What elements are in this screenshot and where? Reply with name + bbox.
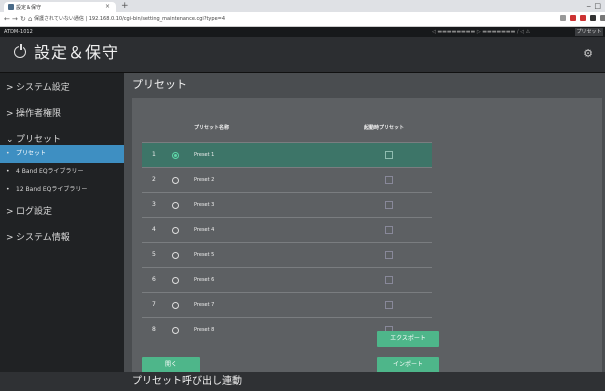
app-header: 設定＆保守 ⚙ (0, 37, 605, 73)
sidebar-item-system-settings[interactable]: > システム設定 (0, 75, 124, 101)
preset-radio-button[interactable] (172, 277, 179, 284)
preset-radio-button[interactable] (172, 177, 179, 184)
bullet-icon: • (6, 150, 10, 157)
table-row[interactable]: 2 Preset 2 (142, 167, 432, 192)
preset-radio-button[interactable] (172, 202, 179, 209)
bottom-section-title: プリセット呼び出し連動 (132, 376, 242, 387)
settings-menu-icon[interactable]: ⚙ (583, 47, 593, 60)
table-row[interactable]: 6 Preset 6 (142, 267, 432, 292)
preset-name: Preset 5 (194, 252, 215, 258)
sidebar: > システム設定 > 操作者権限 ⌄ プリセット • プリセット • 4 Band EQラ… (0, 73, 124, 391)
export-button[interactable]: エクスポート (377, 331, 439, 347)
sidebar-subitem-preset[interactable]: • プリセット (0, 145, 124, 163)
sidebar-item-label: システム設定 (16, 83, 70, 93)
sidebar-item-log-settings[interactable]: > ログ設定 (0, 199, 124, 225)
address-bar: ← → ↻ ⌂ 保護されていない通信 | 192.168.0.10/cgi-bi… (0, 12, 605, 27)
startup-preset-checkbox[interactable] (385, 151, 393, 159)
url-field[interactable]: 保護されていない通信 | 192.168.0.10/cgi-bin/settin… (34, 15, 524, 24)
bullet-icon: • (6, 186, 10, 193)
preset-name: Preset 3 (194, 202, 215, 208)
browser-tab[interactable]: 設定＆保守 × (4, 2, 116, 12)
row-number: 2 (152, 176, 156, 183)
main-content: プリセット プリセット名称 起動時プリセット 1 Preset 1 2 Pres… (124, 73, 605, 391)
sidebar-item-label: プリセット (16, 150, 47, 157)
sidebar-item-label: システム情報 (16, 233, 70, 243)
import-button[interactable]: インポート (377, 357, 439, 373)
preset-radio-button[interactable] (172, 252, 179, 259)
startup-preset-checkbox[interactable] (385, 226, 393, 234)
preset-radio-button[interactable] (172, 302, 179, 309)
header-preset-button[interactable]: プリセット (575, 28, 603, 36)
menu-icon[interactable] (600, 15, 605, 21)
table-row[interactable]: 7 Preset 7 (142, 292, 432, 317)
startup-preset-checkbox[interactable] (385, 176, 393, 184)
sidebar-item-label: 操作者権限 (16, 109, 62, 119)
extension-icon[interactable] (580, 15, 586, 21)
preset-name: Preset 6 (194, 277, 215, 283)
row-number: 7 (152, 301, 156, 308)
row-number: 8 (152, 326, 156, 333)
device-status-bar: ATDM-1012 ◁ ▬▬▬▬▬▬▬▬ ▷ ▬▬▬▬▬▬▬ ∕ ◁ ⚠ プリセ… (0, 27, 605, 37)
power-icon[interactable] (14, 44, 26, 58)
extension-icon[interactable] (590, 15, 596, 21)
new-tab-button[interactable]: + (121, 0, 129, 12)
preset-radio-button[interactable] (172, 227, 179, 234)
table-row[interactable]: 5 Preset 5 (142, 242, 432, 267)
table-row[interactable]: 3 Preset 3 (142, 192, 432, 217)
forward-icon[interactable]: → (12, 14, 18, 24)
startup-preset-checkbox[interactable] (385, 201, 393, 209)
row-number: 3 (152, 201, 156, 208)
sidebar-subitem-12band-eq-library[interactable]: • 12 Band EQライブラリー (0, 181, 124, 199)
column-header-preset-name: プリセット名称 (194, 125, 230, 131)
bookmark-star-icon[interactable] (560, 15, 566, 21)
preset-panel: プリセット名称 起動時プリセット 1 Preset 1 2 Preset 2 3 (132, 98, 602, 378)
page-title: 設定＆保守 (34, 43, 120, 62)
table-row[interactable]: 4 Preset 4 (142, 217, 432, 242)
table-row[interactable]: 1 Preset 1 (142, 142, 432, 167)
startup-preset-checkbox[interactable] (385, 301, 393, 309)
favicon-icon (8, 4, 14, 10)
row-number: 6 (152, 276, 156, 283)
sidebar-item-label: プリセット (16, 135, 62, 145)
preset-name: Preset 1 (194, 152, 215, 158)
preset-name: Preset 7 (194, 302, 215, 308)
home-icon[interactable]: ⌂ (28, 14, 32, 24)
preset-radio-button[interactable] (172, 327, 179, 334)
window-maximize-button[interactable]: □ (594, 0, 601, 12)
tab-close-icon[interactable]: × (105, 3, 110, 10)
sidebar-item-operator-permissions[interactable]: > 操作者権限 (0, 101, 124, 127)
open-button[interactable]: 開く (142, 357, 200, 373)
device-status-indicators: ◁ ▬▬▬▬▬▬▬▬ ▷ ▬▬▬▬▬▬▬ ∕ ◁ ⚠ (432, 29, 531, 35)
section-title: プリセット (132, 78, 187, 91)
bullet-icon: • (6, 168, 10, 175)
sidebar-item-label: 12 Band EQライブラリー (16, 186, 88, 193)
extension-icon[interactable] (570, 15, 576, 21)
row-number: 5 (152, 251, 156, 258)
bottom-section-header: プリセット呼び出し連動 (0, 372, 605, 391)
chevron-right-icon: > (6, 83, 14, 93)
preset-radio-button[interactable] (172, 152, 179, 159)
sidebar-item-label: ログ設定 (16, 207, 53, 217)
model-name: ATDM-1012 (4, 29, 33, 35)
sidebar-subitem-4band-eq-library[interactable]: • 4 Band EQライブラリー (0, 163, 124, 181)
browser-tab-title: 設定＆保守 (16, 5, 42, 11)
chevron-right-icon: > (6, 109, 14, 119)
chevron-right-icon: > (6, 207, 14, 217)
column-header-startup-preset: 起動時プリセット (364, 125, 405, 131)
chevron-right-icon: > (6, 233, 14, 243)
reload-icon[interactable]: ↻ (20, 14, 26, 24)
startup-preset-checkbox[interactable] (385, 276, 393, 284)
preset-name: Preset 8 (194, 327, 215, 333)
preset-name: Preset 4 (194, 227, 215, 233)
window-minimize-button[interactable]: ‒ (587, 0, 591, 12)
sidebar-item-label: 4 Band EQライブラリー (16, 168, 84, 175)
startup-preset-checkbox[interactable] (385, 251, 393, 259)
row-number: 4 (152, 226, 156, 233)
row-number: 1 (152, 151, 156, 158)
back-icon[interactable]: ← (4, 14, 10, 24)
preset-name: Preset 2 (194, 177, 215, 183)
browser-tabbar: 設定＆保守 × + ‒ □ (0, 0, 605, 12)
sidebar-item-system-info[interactable]: > システム情報 (0, 225, 124, 251)
